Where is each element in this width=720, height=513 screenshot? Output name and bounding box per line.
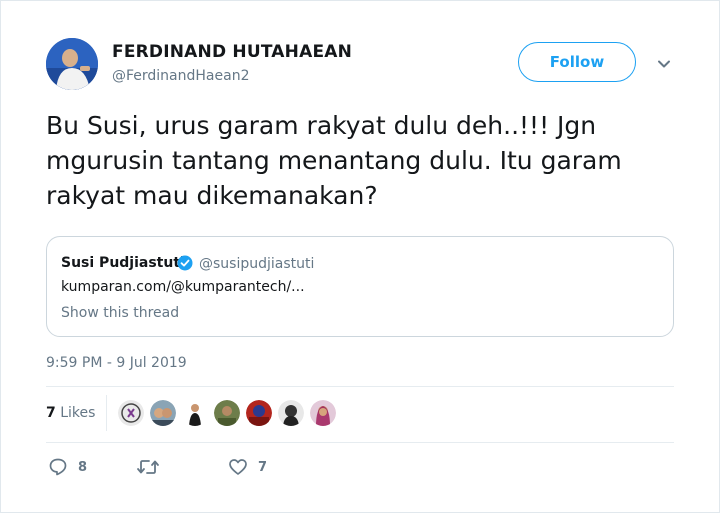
- liker-avatar[interactable]: [246, 400, 272, 426]
- verified-badge-icon: [177, 255, 193, 271]
- author-handle[interactable]: @FerdinandHaean2: [112, 68, 249, 84]
- chevron-down-icon[interactable]: [656, 56, 672, 72]
- reply-count: 8: [78, 459, 88, 475]
- likes-separator: [106, 395, 107, 431]
- likes-label: Likes: [60, 405, 96, 421]
- tweet-timestamp[interactable]: 9:59 PM - 9 Jul 2019: [46, 355, 187, 371]
- liker-avatar[interactable]: [182, 400, 208, 426]
- liker-avatar[interactable]: [150, 400, 176, 426]
- heart-icon[interactable]: [228, 457, 248, 477]
- retweet-action[interactable]: [136, 456, 160, 478]
- divider: [46, 386, 674, 387]
- retweet-icon[interactable]: [136, 457, 160, 477]
- liker-avatar[interactable]: [118, 400, 144, 426]
- liker-avatar[interactable]: [310, 400, 336, 426]
- show-thread-link[interactable]: Show this thread: [61, 305, 179, 321]
- follow-button[interactable]: Follow: [518, 42, 636, 82]
- liker-avatar[interactable]: [214, 400, 240, 426]
- likes-number: 7: [46, 405, 56, 421]
- author-photo: [46, 38, 98, 90]
- quoted-author-handle: @susipudjiastuti: [199, 256, 315, 272]
- author-avatar[interactable]: [46, 38, 98, 90]
- quoted-author-name: Susi Pudjiastuti: [61, 255, 185, 271]
- reply-icon[interactable]: [48, 457, 68, 477]
- likes-count[interactable]: 7 Likes: [46, 405, 95, 421]
- reply-action[interactable]: 8: [48, 456, 87, 478]
- author-name[interactable]: FERDINAND HUTAHAEAN: [112, 42, 352, 62]
- like-action[interactable]: 7: [228, 456, 267, 478]
- like-count: 7: [258, 459, 268, 475]
- tweet-text: Bu Susi, urus garam rakyat dulu deh..!!!…: [46, 111, 622, 210]
- likers-list: [118, 400, 336, 426]
- liker-avatar[interactable]: [278, 400, 304, 426]
- divider: [46, 442, 674, 443]
- quoted-tweet[interactable]: Susi Pudjiastuti @susipudjiastuti kumpar…: [46, 236, 674, 337]
- quoted-link[interactable]: kumparan.com/@kumparantech/...: [61, 279, 305, 295]
